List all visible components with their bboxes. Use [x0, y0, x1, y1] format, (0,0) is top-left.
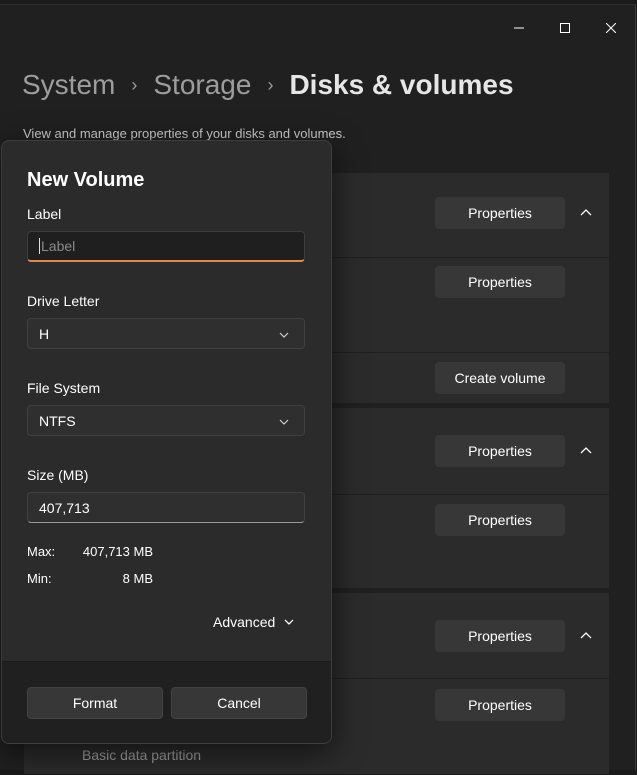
breadcrumb-system[interactable]: System — [22, 69, 115, 101]
chevron-right-icon: › — [131, 74, 138, 95]
chevron-up-icon[interactable] — [578, 443, 594, 459]
minimize-button[interactable] — [496, 13, 542, 43]
label-input[interactable]: Label — [27, 231, 305, 262]
size-value: 407,713 — [39, 499, 90, 516]
partition-type: Basic data partition — [82, 747, 202, 763]
page-subtitle: View and manage properties of your disks… — [23, 126, 346, 141]
drive-letter-label: Drive Letter — [27, 293, 100, 309]
drive-letter-dropdown[interactable]: H — [27, 318, 305, 349]
new-volume-dialog: New Volume Label Label Drive Letter H Fi… — [1, 140, 332, 744]
max-value: 407,713 MB — [82, 544, 153, 559]
advanced-toggle[interactable]: Advanced — [213, 614, 295, 630]
maximize-icon — [560, 23, 570, 33]
size-input[interactable]: 407,713 — [27, 492, 305, 523]
properties-button[interactable]: Properties — [435, 435, 565, 467]
chevron-up-icon[interactable] — [578, 628, 594, 644]
properties-button[interactable]: Properties — [435, 266, 565, 298]
dialog-footer: Format Cancel — [2, 661, 331, 743]
breadcrumb: System › Storage › Disks & volumes — [22, 69, 514, 101]
chevron-down-icon — [279, 419, 289, 425]
properties-button[interactable]: Properties — [435, 197, 565, 229]
chevron-up-icon[interactable] — [578, 205, 594, 221]
cancel-button[interactable]: Cancel — [171, 687, 307, 719]
breadcrumb-storage[interactable]: Storage — [153, 69, 251, 101]
file-system-value: NTFS — [39, 412, 76, 429]
min-value: 8 MB — [122, 571, 153, 586]
size-label: Size (MB) — [27, 467, 89, 483]
maximize-button[interactable] — [542, 13, 588, 43]
chevron-down-icon — [284, 619, 294, 625]
dialog-title: New Volume — [27, 169, 145, 191]
label-placeholder: Label — [41, 238, 76, 254]
page-title: Disks & volumes — [289, 69, 514, 100]
close-button[interactable] — [588, 13, 634, 43]
file-system-dropdown[interactable]: NTFS — [27, 405, 305, 436]
drive-letter-value: H — [39, 325, 50, 342]
close-icon — [606, 23, 616, 33]
properties-button[interactable]: Properties — [435, 620, 565, 652]
create-volume-button[interactable]: Create volume — [435, 362, 565, 394]
file-system-label: File System — [27, 380, 101, 396]
minimize-icon — [514, 27, 524, 29]
label-field-label: Label — [27, 206, 62, 222]
chevron-right-icon: › — [267, 74, 274, 95]
format-button[interactable]: Format — [27, 687, 163, 719]
text-caret — [39, 238, 40, 254]
chevron-down-icon — [279, 332, 289, 338]
properties-button[interactable]: Properties — [435, 689, 565, 721]
advanced-label: Advanced — [213, 614, 276, 630]
properties-button[interactable]: Properties — [435, 504, 565, 536]
max-label: Max: — [27, 544, 56, 559]
min-label: Min: — [27, 571, 52, 586]
